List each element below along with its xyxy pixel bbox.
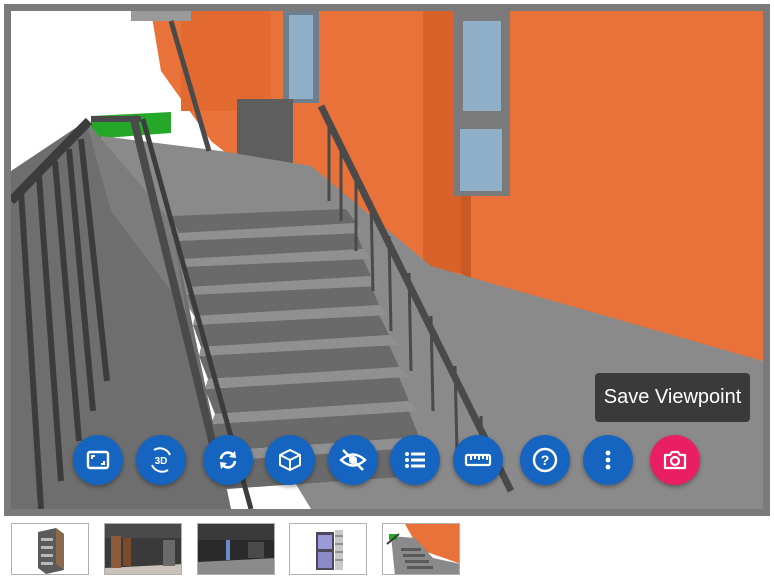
measure-button[interactable]: [453, 435, 503, 485]
camera-icon: [663, 450, 687, 470]
staircase-view-thumbnail: [383, 524, 459, 574]
ruler-icon: [464, 453, 492, 467]
sync-icon: [219, 451, 237, 469]
help-button[interactable]: ?: [520, 435, 570, 485]
thumbnail-viewpoint-5[interactable]: [382, 523, 460, 575]
3d-label: 3D: [155, 456, 168, 467]
thumbnail-viewpoint-2[interactable]: [104, 523, 182, 575]
fullscreen-icon: [86, 450, 110, 470]
viewer-frame: Save Viewpoint 3D ?: [4, 4, 770, 516]
more-button[interactable]: [583, 435, 633, 485]
save-viewpoint-tooltip: Save Viewpoint: [595, 373, 750, 422]
window-detail-thumbnail: [290, 524, 366, 574]
3d-view-button[interactable]: 3D: [136, 435, 186, 485]
thumbnail-viewpoint-3[interactable]: [197, 523, 275, 575]
viewpoint-thumbnails: [11, 523, 471, 581]
thumbnail-viewpoint-1[interactable]: [11, 523, 89, 575]
hide-button[interactable]: [328, 435, 378, 485]
reset-view-button[interactable]: [203, 435, 253, 485]
3d-rotate-icon: 3D: [151, 447, 171, 473]
help-icon: ?: [532, 447, 558, 473]
list-button[interactable]: [390, 435, 440, 485]
model-button[interactable]: [265, 435, 315, 485]
help-label: ?: [541, 452, 550, 468]
cube-icon: [279, 448, 301, 472]
eye-off-icon: [339, 449, 367, 471]
list-icon: [405, 452, 425, 468]
3d-viewport[interactable]: [11, 11, 763, 509]
more-vert-icon: [605, 450, 611, 470]
3d-scene[interactable]: [11, 11, 763, 509]
fullscreen-button[interactable]: [73, 435, 123, 485]
thumbnail-viewpoint-4[interactable]: [289, 523, 367, 575]
save-viewpoint-button[interactable]: [650, 435, 700, 485]
interior-room-thumbnail: [198, 524, 274, 574]
interior-corridor-thumbnail: [105, 524, 181, 574]
building-exterior-thumbnail: [12, 524, 88, 574]
